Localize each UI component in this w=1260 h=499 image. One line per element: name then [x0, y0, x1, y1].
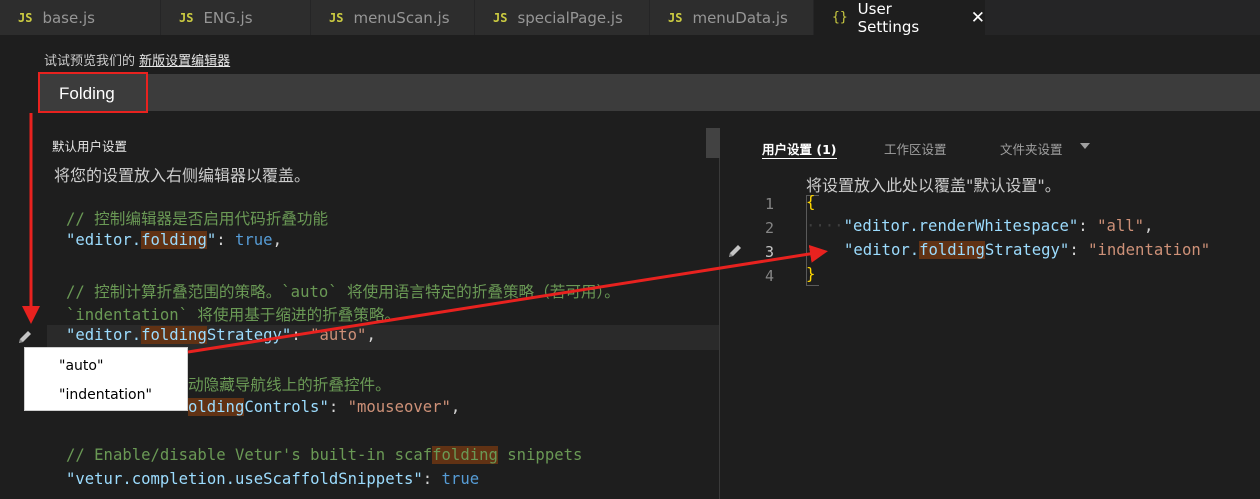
punctuation: ,	[1144, 217, 1154, 235]
scrollbar-thumb[interactable]	[706, 128, 720, 158]
close-brace: }	[806, 265, 816, 283]
tab-label: ENG.js	[203, 8, 253, 27]
setting-key: Strategy"	[206, 326, 292, 344]
tab-user-settings-scope[interactable]: 用户设置 (1)	[762, 139, 836, 158]
tab-label: menuData.js	[692, 8, 788, 27]
setting-value: "auto"	[310, 326, 367, 344]
line-number: 4	[764, 267, 774, 285]
tab-menudata-js[interactable]: JS menuData.js	[650, 0, 814, 35]
whitespace-dots: ····	[806, 217, 844, 235]
preview-text: 试试预览我们的	[44, 54, 140, 69]
close-icon[interactable]: ✕	[971, 8, 985, 28]
setting-key: "editor.	[66, 231, 142, 249]
setting-value: "mouseover"	[347, 398, 451, 416]
tab-specialpage-js[interactable]: JS specialPage.js	[475, 0, 650, 35]
separator: :	[328, 398, 348, 416]
js-file-icon: JS	[493, 10, 508, 25]
setting-key: "vetur.completion.useScaffoldSnippets"	[66, 470, 423, 488]
code-comment: // Enable/disable Vetur's built-in scaf	[66, 446, 433, 464]
pane-divider[interactable]	[719, 128, 720, 499]
setting-key: "editor.renderWhitespace"	[843, 217, 1079, 235]
tab-label: User Settings	[857, 0, 920, 36]
tab-user-settings[interactable]: {} User Settings ✕	[814, 0, 986, 36]
js-file-icon: JS	[179, 10, 194, 25]
edit-pencil-icon[interactable]	[726, 242, 744, 264]
code-comment: snippets	[497, 446, 583, 464]
default-settings-title: 默认用户设置	[52, 139, 128, 154]
setting-key: Controls"	[244, 398, 329, 416]
tab-folder-settings[interactable]: 文件夹设置	[1000, 139, 1063, 158]
setting-value: "all"	[1097, 217, 1145, 235]
code-comment: // 控制计算折叠范围的策略。`auto` 将使用语言特定的折叠策略（若可用）。	[66, 283, 620, 301]
annotation-box	[38, 72, 148, 113]
code-setting-line: "vetur.completion.useScaffoldSnippets": …	[66, 470, 479, 488]
search-match: olding	[188, 398, 245, 416]
setting-value: true	[235, 231, 273, 249]
punctuation: ,	[366, 326, 376, 344]
setting-key: "editor.	[66, 326, 142, 344]
setting-value: "indentation"	[1088, 241, 1211, 259]
punctuation: ,	[272, 231, 282, 249]
code-setting-line[interactable]: ····"editor.renderWhitespace": "all",	[806, 217, 1153, 235]
line-number: 2	[764, 219, 774, 237]
tab-base-js[interactable]: JS base.js	[0, 0, 161, 35]
code-comment-line: // Enable/disable Vetur's built-in scaff…	[66, 446, 582, 464]
tab-label: menuScan.js	[353, 8, 450, 27]
tab-eng-js[interactable]: JS ENG.js	[161, 0, 311, 35]
chevron-down-icon[interactable]	[1080, 143, 1090, 149]
setting-key: "	[206, 231, 217, 249]
search-match: folding	[141, 231, 207, 249]
open-brace: {	[806, 193, 816, 211]
dropdown-option-auto[interactable]: "auto"	[59, 358, 103, 374]
tab-bar: JS base.js JS ENG.js JS menuScan.js JS s…	[0, 0, 1260, 36]
separator: :	[291, 326, 311, 344]
search-match: folding	[919, 241, 985, 259]
separator: :	[422, 470, 442, 488]
line-number: 1	[764, 195, 774, 213]
preview-hint: 试试预览我们的 新版设置编辑器	[44, 50, 230, 69]
js-file-icon: JS	[668, 10, 683, 25]
user-settings-description: 将设置放入此处以覆盖"默认设置"。	[806, 176, 1061, 195]
tab-label: specialPage.js	[517, 8, 623, 27]
separator: :	[1069, 241, 1089, 259]
code-setting-line[interactable]: "editor.foldingStrategy": "indentation"	[844, 241, 1210, 259]
separator: :	[216, 231, 235, 249]
code-setting-line: "editor.folding": true,	[66, 231, 282, 249]
code-setting-line: "editor.foldingStrategy": "auto",	[66, 326, 376, 344]
value-suggestion-dropdown: "auto" "indentation"	[24, 347, 188, 411]
dropdown-option-indentation[interactable]: "indentation"	[59, 387, 152, 403]
default-settings-description: 将您的设置放入右侧编辑器以覆盖。	[54, 166, 311, 185]
new-settings-editor-link[interactable]: 新版设置编辑器	[139, 54, 230, 69]
tab-menuscan-js[interactable]: JS menuScan.js	[311, 0, 475, 35]
search-match: folding	[432, 446, 498, 464]
setting-key: "editor.	[844, 241, 920, 259]
json-file-icon: {}	[832, 10, 848, 25]
code-comment: 动隐藏导航线上的折叠控件。	[188, 376, 391, 394]
search-match: folding	[141, 326, 207, 344]
tab-label: base.js	[42, 8, 95, 27]
js-file-icon: JS	[18, 10, 33, 25]
tab-workspace-settings[interactable]: 工作区设置	[884, 139, 947, 158]
separator: :	[1078, 217, 1098, 235]
settings-search-bar	[40, 74, 1260, 111]
active-tab-underline	[762, 158, 837, 159]
setting-value: true	[441, 470, 480, 488]
punctuation: ,	[450, 398, 461, 416]
code-setting-line: oldingControls": "mouseover",	[188, 398, 460, 416]
js-file-icon: JS	[329, 10, 344, 25]
code-comment: `indentation` 将使用基于缩进的折叠策略。	[66, 306, 401, 324]
setting-key: Strategy"	[984, 241, 1070, 259]
line-number: 3	[764, 243, 774, 261]
code-comment: // 控制编辑器是否启用代码折叠功能	[66, 210, 329, 228]
